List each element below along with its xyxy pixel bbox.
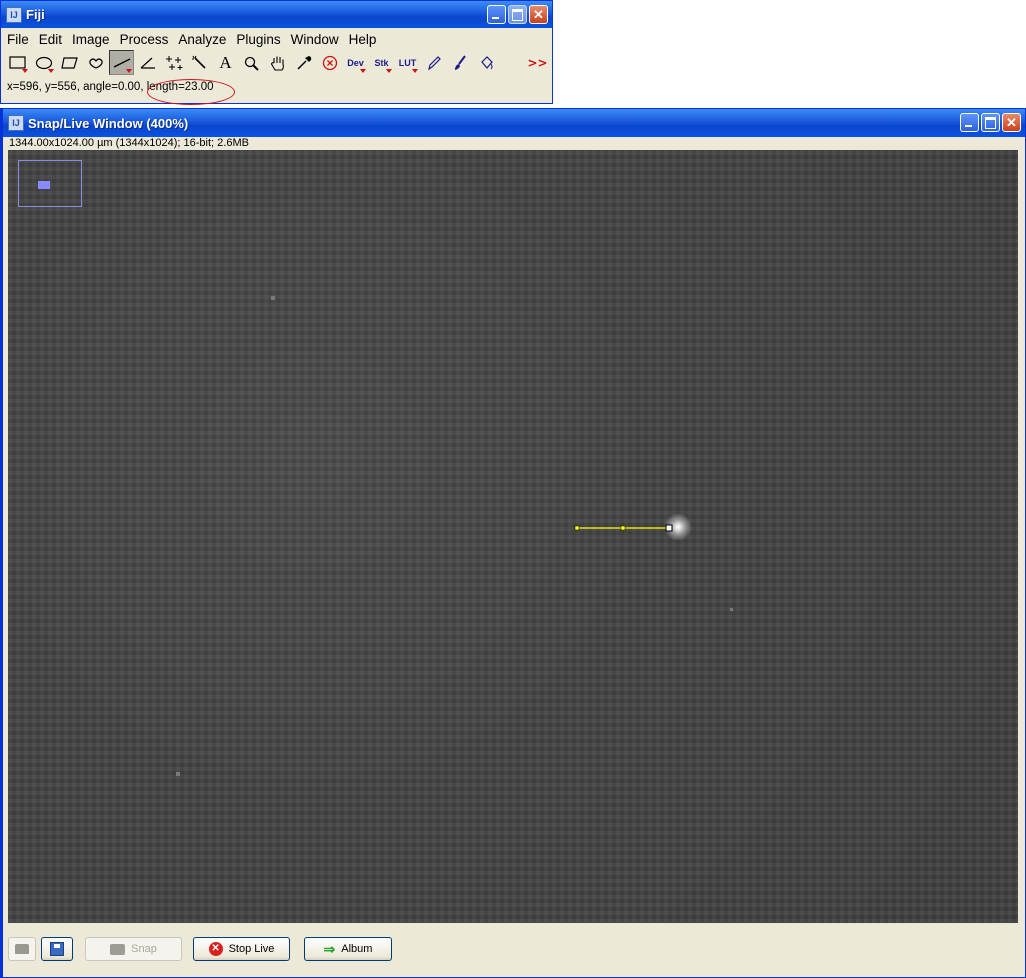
imagej-app-icon: IJ <box>6 6 22 23</box>
eyedropper-icon <box>296 55 311 70</box>
text-tool-icon: A <box>219 52 232 72</box>
save-button[interactable] <box>41 937 73 961</box>
fiji-window-title: Fiji <box>26 7 45 22</box>
tool-multipoint[interactable] <box>161 50 186 75</box>
tool-freehand[interactable] <box>83 50 108 75</box>
fiji-main-window: IJ Fiji ✕ File Edit Image Process Analyz… <box>0 0 553 105</box>
dev-label: Dev <box>347 57 364 68</box>
snap-bottom-toolbar: Snap ✕ Stop Live ⇒ Album <box>8 935 1018 965</box>
folder-icon <box>15 944 29 954</box>
snap-live-window: IJ Snap/Live Window (400%) ✕ 1344.00x102… <box>0 108 1026 978</box>
tool-zoom[interactable] <box>239 50 264 75</box>
red-x-circle-icon <box>322 55 337 70</box>
fiji-menubar: File Edit Image Process Analyze Plugins … <box>1 28 552 50</box>
paintbrush-icon <box>454 54 466 70</box>
hand-icon <box>270 56 284 71</box>
menu-analyze[interactable]: Analyze <box>178 32 226 47</box>
album-label: Album <box>341 943 373 955</box>
roi-handle-end[interactable] <box>665 524 673 532</box>
tool-cancel[interactable] <box>317 50 342 75</box>
snap-window-title: Snap/Live Window (400%) <box>28 115 189 131</box>
floppy-disk-icon <box>50 942 64 956</box>
status-coordinates: x=596, y=556, angle=0.00, <box>7 81 144 93</box>
tool-angle[interactable] <box>135 50 160 75</box>
rectangle-icon <box>8 55 26 69</box>
freehand-icon <box>88 57 103 69</box>
image-info-line: 1344.00x1024.00 µm (1344x1024); 16-bit; … <box>9 137 249 149</box>
stk-label: Stk <box>374 57 389 68</box>
minimize-icon <box>492 17 499 19</box>
tool-flood-fill[interactable] <box>473 50 498 75</box>
pencil-icon <box>427 55 441 70</box>
polygon-icon <box>60 56 78 69</box>
fiji-titlebar[interactable]: IJ Fiji ✕ <box>1 1 552 28</box>
imagej-app-icon: IJ <box>8 115 24 131</box>
minimize-button[interactable] <box>487 5 506 24</box>
open-button[interactable] <box>8 937 36 961</box>
tool-hand[interactable] <box>265 50 290 75</box>
stop-live-label: Stop Live <box>228 943 275 955</box>
magic-wand-icon <box>191 55 206 69</box>
stop-live-button[interactable]: ✕ Stop Live <box>193 937 290 961</box>
close-button[interactable]: ✕ <box>1002 113 1021 132</box>
tool-text[interactable]: A <box>213 50 238 75</box>
more-tools-label: >> <box>527 55 548 70</box>
menu-help[interactable]: Help <box>349 32 377 47</box>
close-button[interactable]: ✕ <box>529 5 548 24</box>
tool-polygon[interactable] <box>57 50 82 75</box>
tool-rectangle[interactable] <box>5 50 30 75</box>
oval-icon <box>35 56 52 69</box>
roi-overlay <box>574 524 673 532</box>
image-canvas[interactable] <box>8 150 1018 923</box>
roi-handle-middle[interactable] <box>620 525 626 531</box>
tool-dropper[interactable] <box>291 50 316 75</box>
magnifier-icon <box>244 56 259 71</box>
straight-line-icon <box>113 57 130 68</box>
paint-bucket-icon <box>480 55 493 69</box>
snap-button[interactable]: Snap <box>85 937 182 961</box>
roi-handle-start[interactable] <box>574 525 580 531</box>
green-arrow-icon: ⇒ <box>323 940 336 957</box>
menu-process[interactable]: Process <box>120 32 169 47</box>
menu-image[interactable]: Image <box>72 32 110 47</box>
length-highlight-oval <box>147 79 235 105</box>
maximize-button <box>508 5 527 24</box>
tool-oval[interactable] <box>31 50 56 75</box>
tool-dev-menu[interactable]: Dev <box>343 50 368 75</box>
close-icon: ✕ <box>1006 115 1017 130</box>
tool-wand[interactable] <box>187 50 212 75</box>
tool-more[interactable]: >> <box>525 50 550 75</box>
snap-titlebar[interactable]: IJ Snap/Live Window (400%) ✕ <box>3 109 1025 137</box>
camera-icon <box>110 943 126 955</box>
tool-lut-menu[interactable]: LUT <box>395 50 420 75</box>
minimize-icon <box>965 125 972 127</box>
tool-empty-slot <box>499 50 524 75</box>
menu-window[interactable]: Window <box>291 32 339 47</box>
maximize-icon <box>512 9 523 21</box>
tool-straight-line[interactable] <box>109 50 134 75</box>
close-icon: ✕ <box>533 7 544 22</box>
fiji-toolbar: A Dev Stk LUT >> <box>5 50 551 76</box>
stop-x-icon: ✕ <box>208 942 223 956</box>
maximize-button[interactable] <box>981 113 1000 132</box>
tool-stk-menu[interactable]: Stk <box>369 50 394 75</box>
minimize-button[interactable] <box>960 113 979 132</box>
menu-file[interactable]: File <box>7 32 29 47</box>
album-button[interactable]: ⇒ Album <box>304 937 392 961</box>
lut-label: LUT <box>398 57 417 68</box>
maximize-icon <box>985 117 996 129</box>
snap-button-label: Snap <box>131 943 157 955</box>
menu-edit[interactable]: Edit <box>39 32 62 47</box>
multipoint-icon <box>165 55 182 70</box>
tool-brush[interactable] <box>447 50 472 75</box>
tool-pencil[interactable] <box>421 50 446 75</box>
menu-plugins[interactable]: Plugins <box>236 32 280 47</box>
angle-icon <box>140 57 155 69</box>
